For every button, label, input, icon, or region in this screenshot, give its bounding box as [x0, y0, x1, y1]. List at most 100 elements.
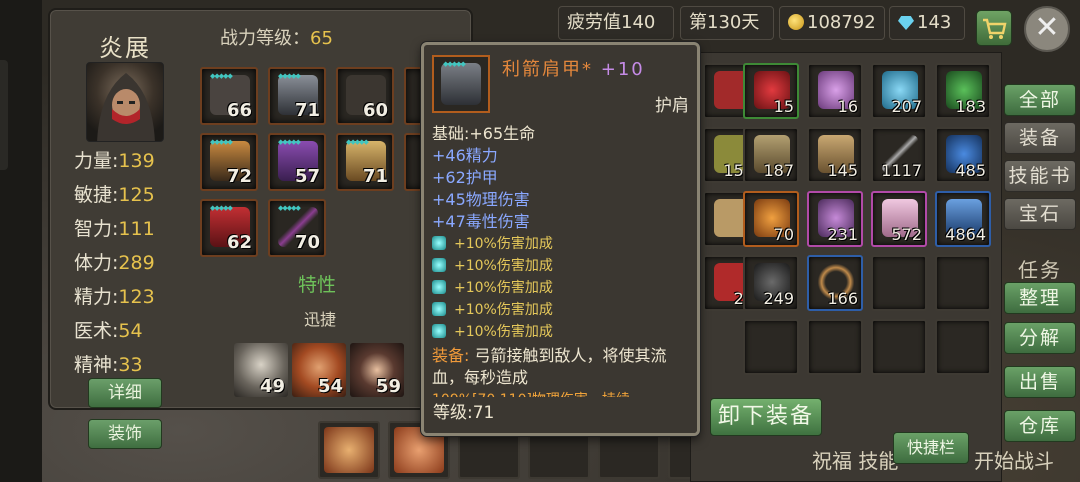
inventory-slot-empty[interactable]: [935, 255, 991, 311]
inventory-slot[interactable]: 4864: [935, 191, 991, 247]
equipment-slot[interactable]: ◆◆◆◆◆ 71: [268, 67, 326, 125]
warehouse-button[interactable]: 仓库: [1004, 410, 1076, 442]
equipment-slot[interactable]: 60: [336, 67, 394, 125]
base-stat: 基础:+65生命: [432, 124, 536, 143]
inventory-slot[interactable]: 183: [935, 63, 991, 119]
equipment-slot[interactable]: ◆◆◆◆◆ 62: [200, 199, 258, 257]
inventory-slot[interactable]: 145: [807, 127, 863, 183]
socket-line: +10%伤害加成: [432, 233, 697, 255]
socket-gem-icon: [432, 236, 446, 250]
inventory-slot[interactable]: 1117: [871, 127, 927, 183]
equipment-slot[interactable]: ◆◆◆◆◆ 66: [200, 67, 258, 125]
inventory-slot-empty[interactable]: [871, 319, 927, 375]
skill-slot-1[interactable]: [318, 421, 380, 479]
stat-agility: 敏捷:125: [74, 178, 184, 212]
tab-gems[interactable]: 宝石: [1004, 198, 1076, 230]
stat-medicine: 医术:54: [74, 314, 184, 348]
socket-line: +10%伤害加成: [432, 299, 697, 321]
inventory-slot[interactable]: 15: [743, 63, 799, 119]
item-level: 57: [294, 166, 320, 187]
tab-equipment[interactable]: 装备: [1004, 122, 1076, 154]
inventory-slot-empty[interactable]: [807, 319, 863, 375]
inventory-slot[interactable]: 207: [871, 63, 927, 119]
socket-line: +10%伤害加成: [432, 255, 697, 277]
stat-value: 125: [118, 184, 155, 206]
hero-portrait[interactable]: 49: [234, 343, 288, 397]
bonus-stat: +47毒性伤害: [432, 212, 530, 231]
socket-line: +10%伤害加成: [432, 321, 697, 343]
equipment-slot[interactable]: ◆◆◆◆◆ 72: [200, 133, 258, 191]
tab-all[interactable]: 全部: [1004, 84, 1076, 116]
equipment-slot[interactable]: ◆◆◆◆◆ 70: [268, 199, 326, 257]
inventory-slot-empty[interactable]: [871, 255, 927, 311]
item-count: 166: [827, 289, 858, 308]
item-count: 16: [837, 97, 858, 116]
unequip-button[interactable]: 卸下装备: [710, 398, 822, 436]
inventory-slot[interactable]: 16: [807, 63, 863, 119]
sort-button[interactable]: 整理: [1004, 282, 1076, 314]
disassemble-button[interactable]: 分解: [1004, 322, 1076, 354]
bonus-stat: +62护甲: [432, 168, 498, 187]
inventory-slot[interactable]: 231: [807, 191, 863, 247]
inventory-slot[interactable]: 485: [935, 127, 991, 183]
power-level-value: 65: [310, 28, 333, 49]
equip-effect: 装备: 弓箭接触到敌人，将使其流血，每秒造成: [432, 345, 697, 389]
gold-display: 108792: [779, 6, 885, 40]
hooded-assassin-icon: [97, 73, 155, 141]
hero-portrait[interactable]: 59: [350, 343, 404, 397]
hero-portrait[interactable]: 54: [292, 343, 346, 397]
item-count: 207: [891, 97, 922, 116]
character-name: 炎展: [99, 34, 151, 62]
close-button[interactable]: ✕: [1024, 6, 1070, 52]
bonus-stat: +45物理伤害: [432, 190, 530, 209]
item-enhance-level: +10: [600, 59, 645, 80]
sell-button[interactable]: 出售: [1004, 366, 1076, 398]
gold-value: 108792: [807, 12, 876, 33]
stat-energy: 精力:123: [74, 280, 184, 314]
inventory-slot[interactable]: 70: [743, 191, 799, 247]
shop-cart-button[interactable]: [976, 10, 1012, 46]
socket-gems-icon: ◆◆◆◆◆: [278, 138, 301, 146]
socket-bonus: +10%伤害加成: [454, 302, 553, 318]
start-battle-button[interactable]: 开始战斗: [974, 445, 1080, 474]
character-panel: 炎展 战力等级：65 力量:139 敏捷:125 智力:111 体力:289 精…: [48, 8, 473, 410]
quickbar-button[interactable]: 快捷栏: [893, 432, 969, 464]
stat-label: 敏捷:: [74, 184, 119, 206]
tab-skill-books[interactable]: 技能书: [1004, 160, 1076, 192]
bottom-left-actions[interactable]: 祝福 技能: [812, 449, 898, 473]
socket-gems-icon: ◆◆◆◆◆: [210, 204, 233, 212]
quest-label[interactable]: 任务: [1018, 254, 1062, 283]
socket-line: +10%伤害加成: [432, 277, 697, 299]
inventory-slot-empty[interactable]: [743, 319, 799, 375]
tooltip-item-level: 等级:71: [424, 397, 697, 433]
item-count: 249: [763, 289, 794, 308]
stat-label: 精力:: [74, 286, 119, 308]
inventory-slot-empty[interactable]: [935, 319, 991, 375]
inventory-slot[interactable]: 572: [871, 191, 927, 247]
detail-button[interactable]: 详细: [88, 378, 162, 408]
equipment-slot[interactable]: ◆◆◆◆◆ 57: [268, 133, 326, 191]
inventory-slot[interactable]: 166: [807, 255, 863, 311]
hero-level: 59: [375, 376, 401, 397]
item-level: 71: [362, 166, 388, 187]
item-count: 4864: [945, 225, 986, 244]
fist-skill-icon: [324, 427, 374, 473]
diamond-display: 143: [889, 6, 965, 40]
socket-gems-icon: ◆◆◆◆◆: [210, 138, 233, 146]
socket-gems-icon: ◆◆◆◆◆: [210, 72, 233, 80]
side-handle[interactable]: [0, 60, 8, 170]
inventory-slot[interactable]: 187: [743, 127, 799, 183]
inventory-slot[interactable]: 249: [743, 255, 799, 311]
stat-stamina: 体力:289: [74, 246, 184, 280]
stat-intelligence: 智力:111: [74, 212, 184, 246]
character-portrait[interactable]: [86, 62, 164, 142]
decoration-button[interactable]: 装饰: [88, 419, 162, 449]
socket-gems-icon: ◆◆◆◆◆: [278, 72, 301, 80]
item-level: 66: [226, 100, 252, 121]
left-edge-strip: [0, 0, 42, 482]
item-count: 15: [773, 97, 794, 116]
stat-label: 智力:: [74, 218, 119, 240]
stat-value: 289: [118, 252, 155, 274]
equipment-slot[interactable]: ◆◆◆◆◆ 71: [336, 133, 394, 191]
stat-strength: 力量:139: [74, 144, 184, 178]
